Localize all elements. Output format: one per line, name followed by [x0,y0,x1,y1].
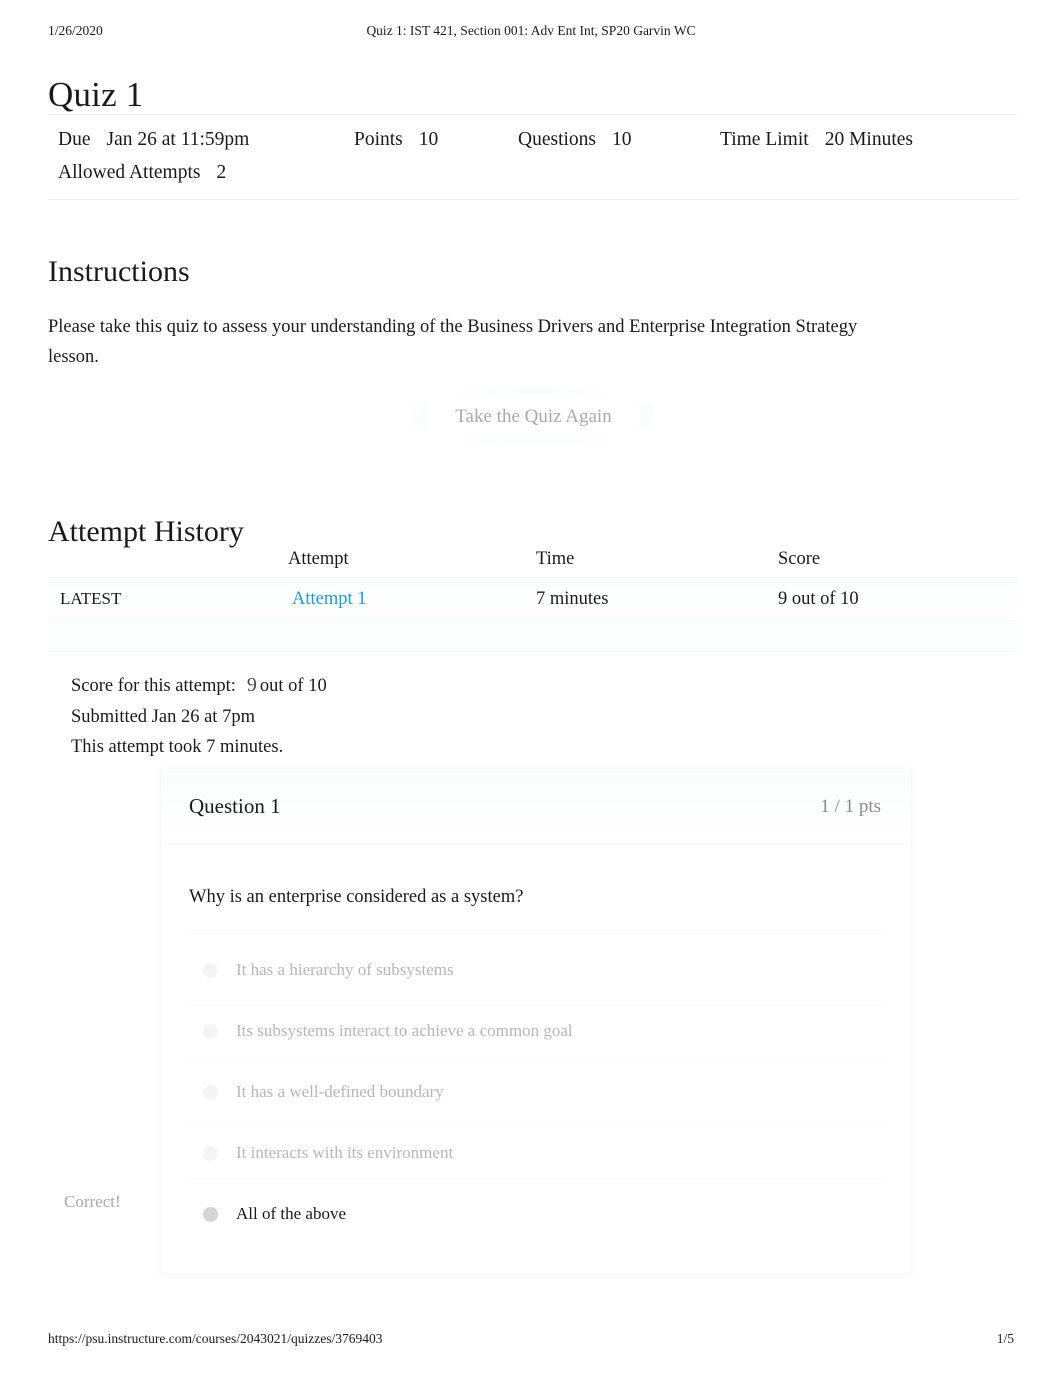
answer-row[interactable]: It interacts with its environment [189,1123,883,1184]
answer-label: Its subsystems interact to achieve a com… [236,1021,573,1040]
print-footer: https://psu.instructure.com/courses/2043… [48,1331,1014,1347]
submitted-line: Submitted Jan 26 at 7pm [71,706,255,727]
table-header-row: Attempt Time Score [48,541,1018,577]
score-summary: Score for this attempt: 9 out of 10 Submit… [71,670,327,763]
question-name: Question 1 [189,794,281,818]
radio-icon-selected[interactable] [203,1206,218,1222]
answer-label: All of the above [236,1204,346,1223]
quiz-meta-row-2: Allowed Attempts 2 [48,156,1018,189]
meta-questions-value: 10 [612,129,632,150]
meta-points-value: 10 [418,129,439,150]
question-points: 1 / 1 pts [820,795,881,817]
score-for-attempt-line: Score for this attempt: 9 out of 10 [71,670,327,702]
meta-due-value: Jan 26 at 11:59pm [106,129,250,150]
score-number: 9 [246,674,257,696]
answer-row-selected[interactable]: All of the above [189,1184,883,1244]
meta-allowed-attempts-value: 2 [216,162,227,183]
answer-label: It has a well-defined boundary [236,1082,444,1101]
attempt-time-value: 7 minutes [536,588,609,609]
radio-icon[interactable] [203,1145,218,1161]
attempt-history-table: Attempt Time Score LATEST Attempt 1 7 mi… [48,541,1018,652]
take-quiz-again-button[interactable]: Take the Quiz Again [430,396,637,437]
take-quiz-again-glow: Take the Quiz Again [412,388,655,445]
meta-time-limit-label: Time Limit [720,129,809,150]
question-header: Question 1 1 / 1 pts [161,769,911,845]
attempt-kept-badge: LATEST [60,589,122,608]
quiz-results-page: 1/26/2020 Quiz 1: IST 421, Section 001: … [0,0,1062,1377]
meta-points-label: Points [354,129,403,150]
attempt-1-link[interactable]: Attempt 1 [282,584,418,622]
instructions-body: Please take this quiz to assess your und… [48,316,858,367]
question-body: Why is an enterprise considered as a sys… [161,845,911,1274]
instructions-heading: Instructions [48,254,190,288]
print-title: Quiz 1: IST 421, Section 001: Adv Ent In… [366,23,696,38]
meta-points: Points 10 [344,123,508,156]
duration-line: This attempt took 7 minutes. [71,737,284,757]
quiz-meta-row-1: Due Jan 26 at 11:59pm Points 10 Question… [48,123,1018,156]
answer-label: It interacts with its environment [236,1143,454,1162]
meta-due-label: Due [58,129,91,150]
table-row-spacer [48,621,1018,652]
answer-row[interactable]: It has a hierarchy of subsystems [189,940,883,1001]
column-header-time: Time [536,548,575,569]
meta-allowed-attempts: Allowed Attempts 2 [48,156,226,189]
radio-icon[interactable] [203,1023,218,1039]
column-header-attempt: Attempt [288,548,349,569]
score-outof: out of 10 [259,676,327,696]
meta-questions-label: Questions [518,129,596,150]
print-header: 1/26/2020 Quiz 1: IST 421, Section 001: … [48,22,1014,40]
question-card: Question 1 1 / 1 pts Why is an enterpris… [160,768,912,1275]
radio-icon[interactable] [203,1084,218,1100]
attempt-score-value: 9 out of 10 [778,588,859,609]
footer-page-number: 1/5 [996,1331,1014,1346]
column-header-score: Score [778,548,821,569]
meta-due: Due Jan 26 at 11:59pm [48,123,344,156]
answer-row[interactable]: It has a well-defined boundary [189,1062,883,1123]
correct-flag: Correct! [64,1192,121,1211]
answer-row[interactable]: Its subsystems interact to achieve a com… [189,1001,883,1062]
answer-label: It has a hierarchy of subsystems [236,960,454,979]
question-text: Why is an enterprise considered as a sys… [189,887,524,907]
meta-questions: Questions 10 [508,123,710,156]
meta-time-limit: Time Limit 20 Minutes [710,123,913,156]
attempt-link-cell: Attempt 1 [282,584,536,622]
score-for-attempt-label: Score for this attempt: [71,676,236,696]
footer-url: https://psu.instructure.com/courses/2043… [48,1331,383,1346]
meta-time-limit-value: 20 Minutes [824,129,913,150]
answer-list: It has a hierarchy of subsystems Its sub… [189,933,883,1244]
radio-icon[interactable] [203,962,218,978]
table-row: LATEST Attempt 1 7 minutes 9 out of 10 [48,577,1018,622]
meta-allowed-attempts-label: Allowed Attempts [58,162,201,183]
page-title: Quiz 1 [48,75,144,115]
quiz-meta-block: Due Jan 26 at 11:59pm Points 10 Question… [48,114,1018,200]
